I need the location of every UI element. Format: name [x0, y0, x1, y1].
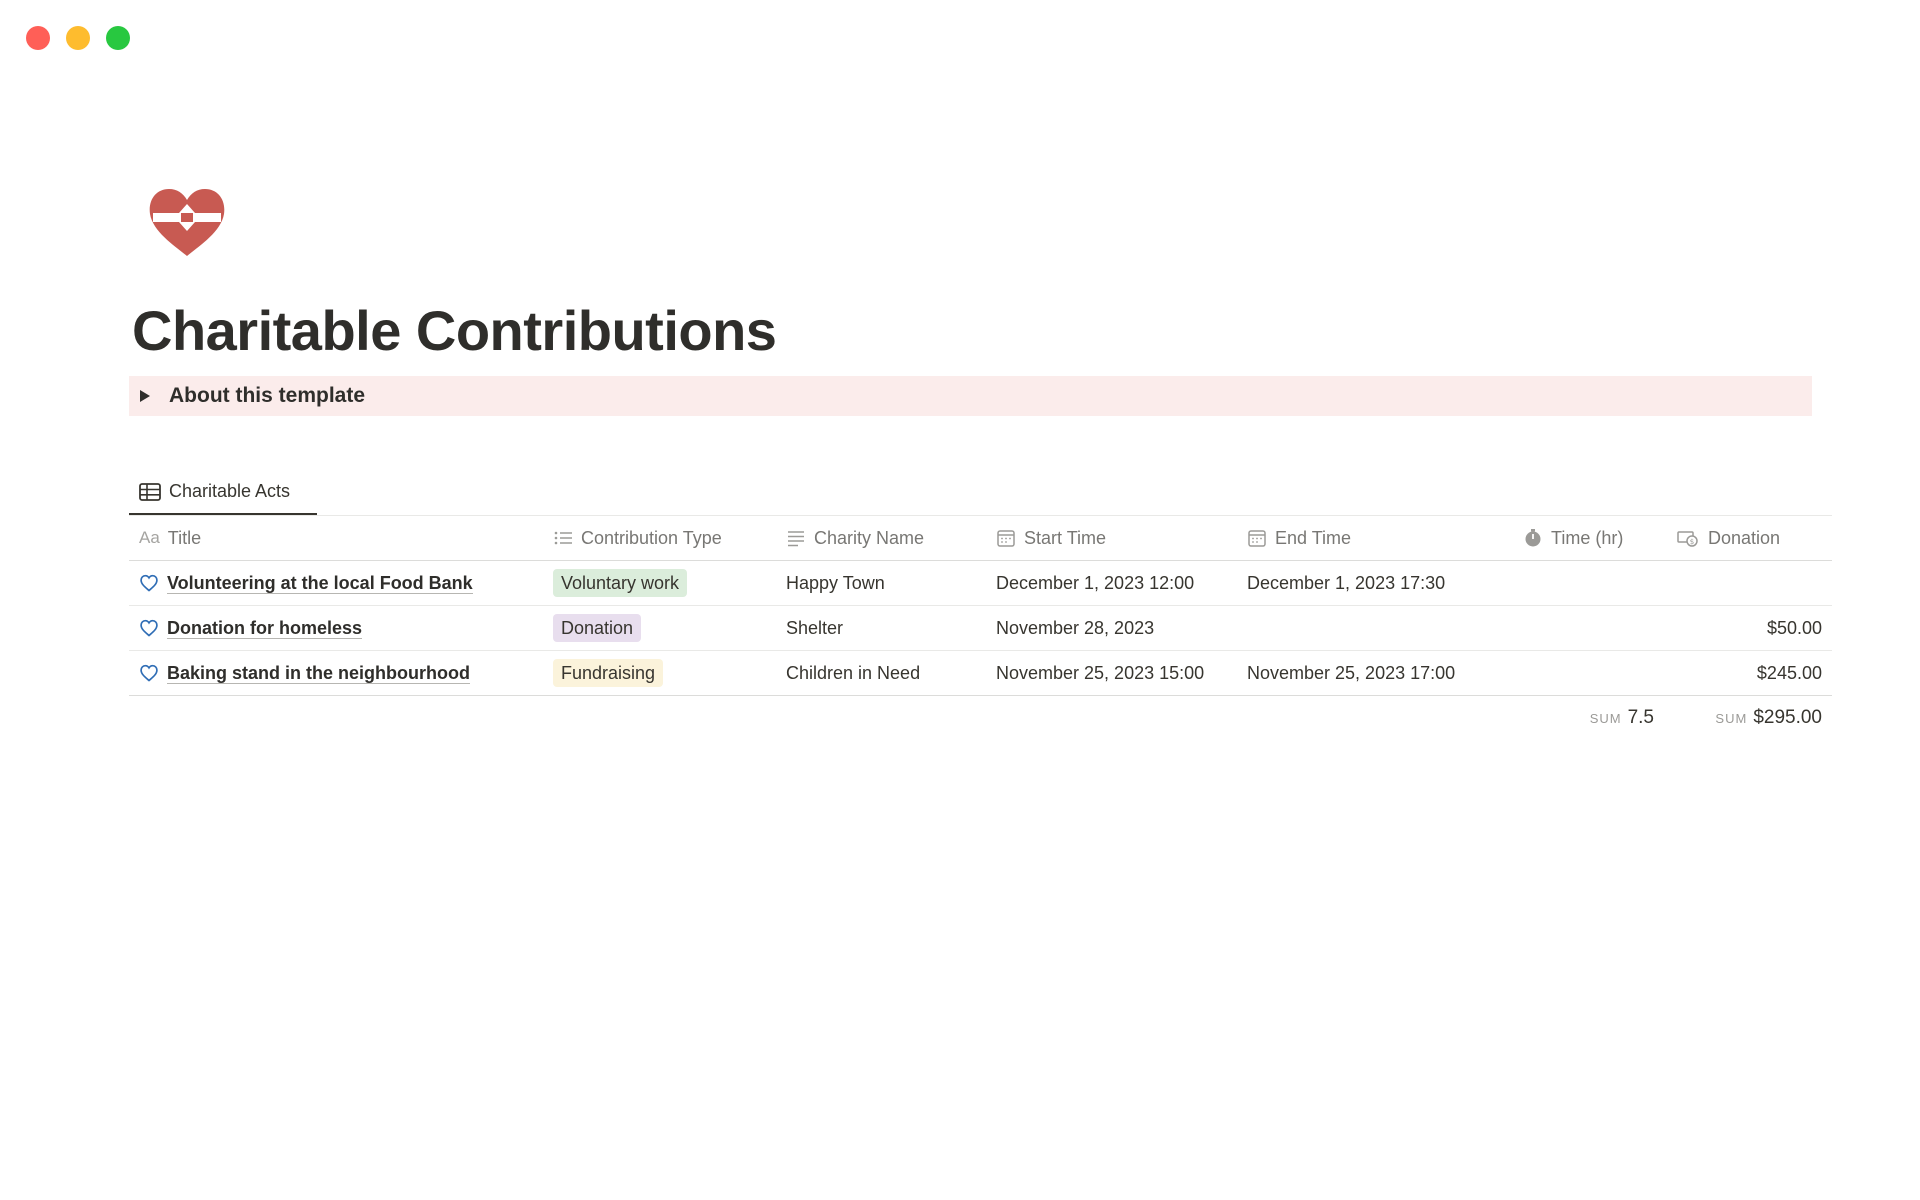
charity-name-cell[interactable]: Children in Need	[776, 651, 986, 695]
footer-spacer	[1237, 696, 1513, 740]
donation-amount: $245.00	[1756, 662, 1822, 683]
heart-icon	[139, 618, 159, 638]
end-time: November 25, 2023 17:00	[1247, 662, 1456, 683]
column-header-charity-name[interactable]: Charity Name	[776, 516, 986, 560]
heart-icon	[139, 573, 159, 593]
tab-charitable-acts[interactable]: Charitable Acts	[129, 470, 317, 515]
heart-bandage-icon[interactable]	[145, 180, 229, 264]
contribution-type-tag: Fundraising	[553, 659, 664, 687]
donation-sum[interactable]: SUM $295.00	[1666, 696, 1832, 740]
start-time-cell[interactable]: November 28, 2023	[986, 606, 1237, 650]
column-header-label: Title	[167, 527, 202, 548]
donation-amount: $50.00	[1766, 617, 1822, 638]
start-time: November 28, 2023	[996, 617, 1155, 638]
contribution-type-tag: Voluntary work	[553, 569, 688, 597]
minimize-window-button[interactable]	[66, 26, 90, 50]
contribution-type-cell[interactable]: Donation	[543, 606, 776, 650]
column-header-start-time[interactable]: Start Time	[986, 516, 1237, 560]
about-template-toggle[interactable]: About this template	[129, 376, 1812, 416]
column-header-label: Start Time	[1024, 527, 1107, 548]
row-title-link[interactable]: Baking stand in the neighbourhood	[167, 663, 470, 684]
multi-select-icon	[554, 531, 572, 545]
footer-spacer	[129, 696, 543, 740]
row-title-link[interactable]: Donation for homeless	[167, 618, 363, 639]
time-hr-cell[interactable]	[1513, 651, 1666, 695]
tab-label: Charitable Acts	[169, 481, 291, 501]
time-hr-cell[interactable]	[1513, 561, 1666, 605]
app-window: Charitable Contributions About this temp…	[0, 0, 1920, 1200]
table-row[interactable]: Baking stand in the neighbourhood Fundrai…	[129, 651, 1832, 696]
donation-cell[interactable]	[1666, 561, 1832, 605]
charity-name-cell[interactable]: Happy Town	[776, 561, 986, 605]
column-header-contribution-type[interactable]: Contribution Type	[543, 516, 776, 560]
page-title: Charitable Contributions	[132, 299, 777, 362]
column-header-label: End Time	[1275, 527, 1352, 548]
end-time-cell[interactable]: November 25, 2023 17:00	[1237, 651, 1513, 695]
donation-cell[interactable]: $50.00	[1666, 606, 1832, 650]
text-property-icon: Aa	[139, 528, 160, 547]
column-header-end-time[interactable]: End Time	[1237, 516, 1513, 560]
stopwatch-icon	[1525, 529, 1541, 547]
start-time-cell[interactable]: November 25, 2023 15:00	[986, 651, 1237, 695]
column-header-time-hr[interactable]: Time (hr)	[1513, 516, 1666, 560]
maximize-window-button[interactable]	[106, 26, 130, 50]
end-time: December 1, 2023 17:30	[1247, 572, 1446, 593]
sum-label: SUM	[1589, 710, 1622, 726]
row-title-link[interactable]: Volunteering at the local Food Bank	[167, 573, 473, 594]
table-body: Volunteering at the local Food Bank Volun…	[129, 561, 1832, 696]
row-title-cell[interactable]: Baking stand in the neighbourhood	[129, 651, 543, 695]
table-footer: SUM 7.5 SUM $295.00	[129, 695, 1832, 740]
charity-name-cell[interactable]: Shelter	[776, 606, 986, 650]
footer-spacer	[986, 696, 1237, 740]
table-view-icon	[139, 482, 161, 501]
start-time-cell[interactable]: December 1, 2023 12:00	[986, 561, 1237, 605]
charity-name: Shelter	[786, 617, 844, 638]
footer-spacer	[776, 696, 986, 740]
heart-icon	[139, 663, 159, 683]
donation-cell[interactable]: $245.00	[1666, 651, 1832, 695]
start-time: November 25, 2023 15:00	[996, 662, 1205, 683]
money-icon: $	[1677, 531, 1698, 547]
database-view-tabs: Charitable Acts	[129, 470, 1832, 516]
sum-label: SUM	[1715, 710, 1748, 726]
close-window-button[interactable]	[26, 26, 50, 50]
table-row[interactable]: Volunteering at the local Food Bank Volun…	[129, 561, 1832, 606]
table-header: Aa Title Contribution Type Charity Name …	[129, 516, 1832, 561]
sum-value: 7.5	[1627, 707, 1654, 728]
column-header-label: Charity Name	[814, 527, 925, 548]
calendar-icon	[997, 530, 1015, 547]
contribution-type-cell[interactable]: Voluntary work	[543, 561, 776, 605]
contribution-type-cell[interactable]: Fundraising	[543, 651, 776, 695]
end-time-cell[interactable]: December 1, 2023 17:30	[1237, 561, 1513, 605]
table-row[interactable]: Donation for homeless Donation Shelter Nove…	[129, 606, 1832, 651]
time-hr-cell[interactable]	[1513, 606, 1666, 650]
charitable-acts-table: Aa Title Contribution Type Charity Name …	[129, 516, 1832, 740]
charity-name: Happy Town	[786, 572, 885, 593]
svg-text:$: $	[1690, 538, 1694, 546]
end-time-cell[interactable]	[1237, 606, 1513, 650]
start-time: December 1, 2023 12:00	[996, 572, 1195, 593]
toggle-triangle-icon[interactable]	[140, 390, 150, 402]
row-title-cell[interactable]: Volunteering at the local Food Bank	[129, 561, 543, 605]
about-template-label: About this template	[169, 384, 366, 407]
footer-spacer	[543, 696, 776, 740]
calendar-icon	[1248, 530, 1266, 547]
column-header-donation[interactable]: $ Donation	[1666, 516, 1832, 560]
column-header-label: Donation	[1708, 527, 1781, 548]
contribution-type-tag: Donation	[553, 614, 642, 642]
column-header-label: Time (hr)	[1551, 527, 1624, 548]
time-sum[interactable]: SUM 7.5	[1513, 696, 1666, 740]
window-controls	[26, 26, 130, 50]
charity-name: Children in Need	[786, 662, 921, 683]
row-title-cell[interactable]: Donation for homeless	[129, 606, 543, 650]
column-header-title[interactable]: Aa Title	[129, 516, 543, 560]
text-lines-icon	[788, 531, 804, 547]
column-header-label: Contribution Type	[581, 527, 722, 548]
sum-value: $295.00	[1753, 707, 1822, 728]
